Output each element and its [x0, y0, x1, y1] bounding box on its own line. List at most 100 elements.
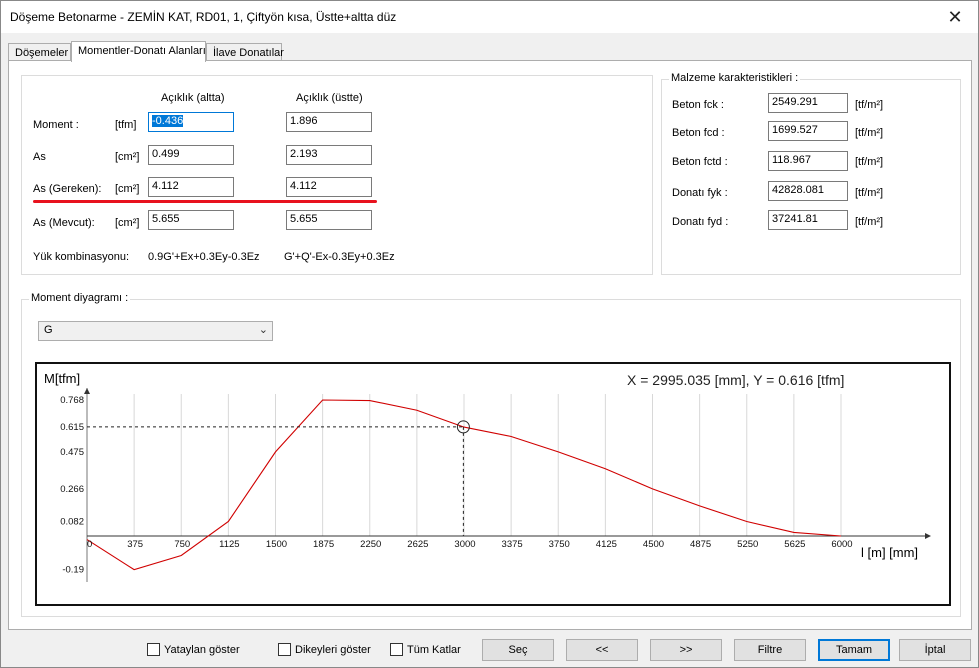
- as-required-bottom-field[interactable]: 4.112: [148, 177, 234, 197]
- fyk-field[interactable]: 42828.081: [768, 181, 848, 201]
- load-combo-top: G'+Q'-Ex-0.3Ey+0.3Ez: [284, 251, 395, 263]
- moment-top-field[interactable]: 1.896: [286, 112, 372, 132]
- fck-field[interactable]: 2549.291: [768, 93, 848, 113]
- y-tick-label: -0.19: [62, 565, 84, 576]
- moment-bottom-field[interactable]: -0.436: [148, 112, 234, 132]
- chevron-down-icon: ⌄: [258, 324, 268, 336]
- x-tick-label: 3375: [502, 539, 523, 550]
- select-button[interactable]: Seç: [482, 639, 554, 661]
- unit-moment: [tfm]: [115, 119, 137, 131]
- moment-chart-svg: 0 375 750 1125 1500 1875 2250 2625 3000 3375 3750 4…: [44, 371, 931, 582]
- field-value: 2.193: [290, 148, 318, 160]
- x-axis-arrow: [925, 533, 931, 539]
- close-icon[interactable]: ✕: [932, 1, 978, 33]
- tab-moments[interactable]: Momentler-Donatı Alanları: [71, 41, 206, 62]
- row-label-as: As: [33, 151, 46, 163]
- field-value: 5.655: [290, 213, 318, 225]
- highlight-underline: [33, 200, 377, 203]
- unit-fyd: [tf/m²]: [855, 216, 884, 228]
- tab-label: Döşemeler: [15, 47, 69, 59]
- chart-labels: 0 375 750 1125 1500 1875 2250 2625 3000 3375 3750 4…: [60, 395, 852, 576]
- tab-panel: Açıklık (altta) Açıklık (üstte) Moment :…: [8, 60, 972, 630]
- field-value: 118.967: [772, 154, 811, 166]
- unit-as-provided: [cm²]: [115, 217, 140, 229]
- tab-doseme[interactable]: Döşemeler: [8, 43, 71, 61]
- field-value: 4.112: [152, 180, 179, 192]
- load-combo-label: Yük kombinasyonu:: [33, 251, 129, 263]
- x-tick-label: 1875: [313, 539, 334, 550]
- row-label-as-provided: As (Mevcut):: [33, 217, 95, 229]
- x-tick-label: 3750: [549, 539, 570, 550]
- x-axis-label: l [m] [mm]: [861, 545, 918, 560]
- field-value: 5.655: [152, 213, 180, 225]
- material-group-title: Malzeme karakteristikleri :: [669, 72, 801, 84]
- as-top-field[interactable]: 2.193: [286, 145, 372, 165]
- checkbox-label: Tüm Katlar: [407, 643, 461, 656]
- unit-fcd: [tf/m²]: [855, 127, 884, 139]
- y-tick-label: 0.475: [60, 447, 84, 458]
- field-value: 42828.081: [772, 184, 824, 196]
- as-provided-bottom-field[interactable]: 5.655: [148, 210, 234, 230]
- bottom-bar: Yataylan göster Dikeyleri göster Tüm Kat…: [1, 633, 978, 667]
- row-label-as-required: As (Gereken):: [33, 183, 102, 195]
- chart-grid: [133, 394, 842, 536]
- prev-button[interactable]: <<: [566, 639, 638, 661]
- fyd-field[interactable]: 37241.81: [768, 210, 848, 230]
- material-label-fck: Beton fck :: [672, 99, 724, 111]
- checkbox-box: [278, 643, 291, 656]
- x-tick-label: 4500: [643, 539, 664, 550]
- moment-diagram-group: Moment diyagramı : G ⌄ 0 375 750 1125 1500 18…: [21, 292, 961, 617]
- filter-button[interactable]: Filtre: [734, 639, 806, 661]
- all-floors-checkbox[interactable]: Tüm Katlar: [390, 643, 461, 656]
- as-provided-top-field[interactable]: 5.655: [286, 210, 372, 230]
- y-axis-label: M[tfm]: [44, 371, 80, 386]
- y-tick-label: 0.082: [60, 516, 84, 527]
- y-tick-label: 0.768: [60, 395, 84, 406]
- y-tick-label: 0.266: [60, 484, 84, 495]
- as-bottom-field[interactable]: 0.499: [148, 145, 234, 165]
- checkbox-box: [147, 643, 160, 656]
- material-label-fyd: Donatı fyd :: [672, 216, 729, 228]
- col-header-top: Açıklık (üstte): [296, 92, 363, 104]
- tab-extra-rebar[interactable]: İlave Donatılar: [206, 43, 284, 61]
- field-value: 2549.291: [772, 96, 818, 108]
- x-tick-label: 6000: [831, 539, 852, 550]
- field-value: -0.436: [152, 115, 184, 127]
- dialog-window: Döşeme Betonarme - ZEMİN KAT, RD01, 1, Ç…: [0, 0, 979, 668]
- field-value: 1699.527: [772, 124, 818, 136]
- cancel-button[interactable]: İptal: [899, 639, 971, 661]
- unit-as-required: [cm²]: [115, 183, 140, 195]
- unit-fctd: [tf/m²]: [855, 156, 884, 168]
- next-button[interactable]: >>: [650, 639, 722, 661]
- unit-as: [cm²]: [115, 151, 140, 163]
- chart-axes: [84, 388, 931, 582]
- as-required-top-field[interactable]: 4.112: [286, 177, 372, 197]
- x-tick-label: 3000: [454, 539, 475, 550]
- checkbox-label: Yataylan göster: [164, 643, 240, 656]
- x-tick-label: 1500: [266, 539, 287, 550]
- field-value: 37241.81: [772, 213, 818, 225]
- show-vertical-checkbox[interactable]: Dikeyleri göster: [278, 643, 371, 656]
- material-label-fyk: Donatı fyk :: [672, 187, 728, 199]
- fctd-field[interactable]: 118.967: [768, 151, 848, 171]
- window-title: Döşeme Betonarme - ZEMİN KAT, RD01, 1, Ç…: [10, 10, 397, 24]
- y-tick-label: 0.615: [60, 422, 84, 433]
- x-tick-label: 375: [127, 539, 143, 550]
- x-tick-label: 5250: [737, 539, 758, 550]
- ok-button[interactable]: Tamam: [818, 639, 890, 661]
- show-horizontal-checkbox[interactable]: Yataylan göster: [147, 643, 240, 656]
- load-case-dropdown[interactable]: G ⌄: [38, 321, 273, 341]
- field-value: 1.896: [290, 115, 318, 127]
- x-tick-label: 1125: [219, 539, 239, 550]
- row-label-moment: Moment :: [33, 119, 79, 131]
- x-tick-label: 4875: [690, 539, 711, 550]
- load-combo-bottom: 0.9G'+Ex+0.3Ey-0.3Ez: [148, 251, 260, 263]
- x-tick-label: 0: [87, 539, 92, 550]
- moment-diagram-title: Moment diyagramı :: [29, 292, 131, 304]
- material-label-fctd: Beton fctd :: [672, 156, 728, 168]
- material-group: Malzeme karakteristikleri : Beton fck : …: [661, 72, 961, 275]
- cursor-readout: X = 2995.035 [mm], Y = 0.616 [tfm]: [627, 372, 844, 388]
- x-tick-label: 5625: [784, 539, 805, 550]
- moments-group: Açıklık (altta) Açıklık (üstte) Moment :…: [21, 75, 653, 275]
- fcd-field[interactable]: 1699.527: [768, 121, 848, 141]
